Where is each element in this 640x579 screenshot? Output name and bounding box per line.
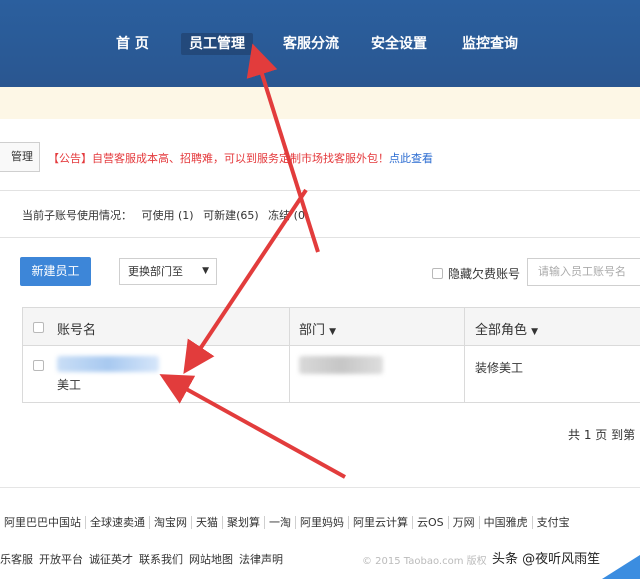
hide-owe-label: 隐藏欠费账号 [448, 267, 521, 281]
redacted-department [299, 356, 383, 374]
account-suffix: 美工 [57, 378, 82, 392]
footer-link[interactable]: 一淘 [265, 516, 296, 529]
column-divider [464, 308, 465, 402]
footer-link[interactable]: 阿里巴巴中国站 [0, 516, 86, 529]
footer-link[interactable]: 天猫 [192, 516, 223, 529]
footer-link[interactable]: 网站地图 [189, 553, 233, 566]
notice-band [0, 87, 640, 119]
usage-summary: 当前子账号使用情况： 可使用 (1) 可新建(65) 冻结 (0) [22, 207, 315, 223]
announcement-text: 【公告】自营客服成本高、招聘难，可以到服务定制市场找客服外包！ [48, 152, 389, 165]
caret-down-icon: ▼ [329, 327, 337, 337]
header-department-label: 部门 [299, 323, 326, 338]
footer-link[interactable]: 云OS [413, 516, 449, 529]
footer-links-secondary: 乐客服 开放平台 诚征英才 联系我们 网站地图 法律声明 [0, 551, 289, 567]
announcement: 【公告】自营客服成本高、招聘难，可以到服务定制市场找客服外包！点此查看 [48, 150, 433, 166]
footer-link[interactable]: 乐客服 [0, 553, 33, 566]
footer-link[interactable]: 联系我们 [139, 553, 183, 566]
watermark: 头条 @夜听风雨笙 [492, 552, 601, 567]
caret-down-icon: ▼ [202, 266, 209, 276]
footer-link[interactable]: 法律声明 [239, 553, 283, 566]
new-employee-button[interactable]: 新建员工 [20, 257, 91, 286]
row-checkbox[interactable] [33, 360, 44, 371]
management-tab[interactable]: 管理 [0, 142, 40, 172]
footer-link[interactable]: 中国雅虎 [479, 516, 533, 529]
footer-link[interactable]: 全球速卖通 [86, 516, 150, 529]
corner-decoration [602, 555, 640, 579]
nav-customer-service-routing[interactable]: 客服分流 [283, 33, 339, 55]
hide-owe-checkbox[interactable] [432, 268, 443, 279]
announcement-link[interactable]: 点此查看 [389, 152, 433, 165]
nav-monitor-query[interactable]: 监控查询 [462, 33, 518, 55]
select-all-checkbox[interactable] [33, 322, 44, 333]
header-roles-label: 全部角色 [475, 323, 528, 338]
employee-table: 账号名 部门 ▼ 全部角色 ▼ 美工 装修美工 [22, 307, 640, 403]
header-department[interactable]: 部门 ▼ [299, 319, 336, 338]
footer-link[interactable]: 阿里云计算 [349, 516, 413, 529]
redacted-account-name [57, 356, 159, 372]
usage-creatable: 可新建(65) [203, 209, 259, 222]
column-divider [289, 308, 290, 402]
nav-employee-management[interactable]: 员工管理 [181, 33, 253, 55]
nav-home[interactable]: 首 页 [116, 33, 149, 55]
footer-link[interactable]: 阿里妈妈 [296, 516, 349, 529]
usage-label: 当前子账号使用情况： [22, 209, 132, 222]
header-all-roles[interactable]: 全部角色 ▼ [475, 319, 538, 338]
footer-link[interactable]: 聚划算 [223, 516, 265, 529]
change-department-dropdown[interactable]: 更换部门至 ▼ [119, 258, 217, 285]
row-role: 装修美工 [475, 361, 524, 375]
change-department-label: 更换部门至 [128, 265, 183, 278]
footer-link[interactable]: 诚征英才 [89, 553, 133, 566]
footer-link[interactable]: 万网 [448, 516, 480, 529]
footer-link[interactable]: 开放平台 [39, 553, 83, 566]
caret-down-icon: ▼ [531, 327, 539, 337]
usage-usable: 可使用 (1) [141, 209, 194, 222]
nav-security-settings[interactable]: 安全设置 [371, 33, 427, 55]
employee-search-input[interactable]: 请输入员工账号名 [527, 258, 640, 286]
footer-divider [0, 487, 640, 488]
header-account-name[interactable]: 账号名 [57, 319, 96, 338]
footer-link[interactable]: 淘宝网 [150, 516, 192, 529]
copyright: © 2015 Taobao.com 版权 [362, 556, 487, 567]
usage-frozen: 冻结 (0) [268, 209, 310, 222]
footer-link[interactable]: 支付宝 [533, 516, 574, 529]
footer-links: 阿里巴巴中国站 全球速卖通 淘宝网 天猫 聚划算 一淘 阿里妈妈 阿里云计算 云OS 万网 中国雅虎… [0, 514, 574, 530]
hide-owe-toggle[interactable]: 隐藏欠费账号 [432, 265, 520, 282]
top-nav-bar: 首 页 员工管理 客服分流 安全设置 监控查询 [0, 0, 640, 87]
pagination: 共 1 页 到第 [568, 428, 636, 442]
